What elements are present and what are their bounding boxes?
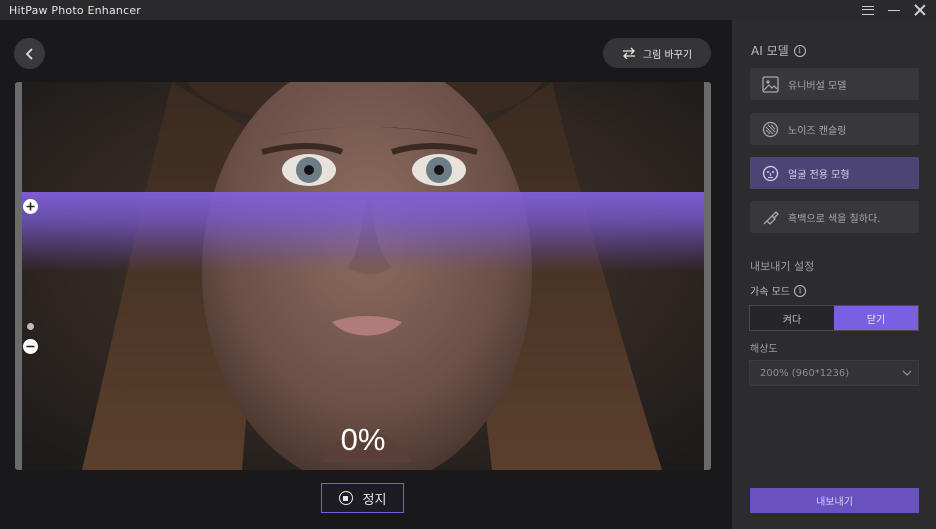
close-icon[interactable] — [914, 4, 926, 16]
menu-icon[interactable] — [862, 5, 874, 15]
replace-image-button[interactable]: 그림 바꾸기 — [603, 38, 711, 68]
swap-icon — [622, 47, 635, 59]
accel-mode-label: 가속 모드 — [750, 287, 790, 298]
accel-on-option[interactable]: 켜다 — [750, 306, 834, 330]
accel-mode-heading: 가속 모드 i — [750, 283, 806, 298]
title-bar: HitPaw Photo Enhancer — [0, 0, 936, 20]
ai-model-title: AI 모델 — [751, 44, 789, 58]
image-preview[interactable]: 0% — [15, 82, 711, 470]
image-icon — [762, 75, 779, 93]
back-button[interactable] — [14, 38, 45, 69]
resolution-select[interactable]: 200% (960*1236) — [749, 360, 919, 386]
chevron-down-icon — [902, 370, 912, 376]
resolution-value: 200% (960*1236) — [760, 367, 850, 379]
stop-button[interactable]: 정지 — [321, 483, 404, 513]
zoom-in-button[interactable] — [23, 199, 38, 214]
resolution-label: 해상도 — [750, 344, 778, 355]
zoom-out-button[interactable] — [23, 339, 38, 354]
minimize-icon[interactable] — [888, 4, 900, 16]
export-label: 내보내기 — [816, 497, 853, 508]
model-face[interactable]: 얼굴 전용 모형 — [750, 157, 919, 189]
model-colorize[interactable]: 흑백으로 색을 칠하다. — [750, 201, 919, 233]
app-window: HitPaw Photo Enhancer 그림 바꾸기 0% 정지 AI 모델… — [0, 0, 936, 529]
preview-right-edge — [704, 82, 711, 470]
progress-percentage: 0% — [340, 422, 386, 457]
noise-icon — [762, 121, 779, 137]
stop-label: 정지 — [362, 492, 387, 508]
app-title: HitPaw Photo Enhancer — [9, 3, 142, 17]
portrait-photo — [22, 82, 704, 470]
zoom-slider-handle[interactable] — [27, 323, 34, 330]
preview-left-edge — [15, 82, 22, 470]
brush-icon — [763, 210, 779, 225]
window-controls — [862, 0, 926, 20]
stop-icon — [338, 491, 353, 505]
minus-icon — [26, 345, 35, 348]
ai-model-heading: AI 모델 i — [751, 42, 806, 59]
model-label: 노이즈 캔슬링 — [788, 125, 847, 137]
face-icon — [762, 165, 779, 181]
accel-off-option[interactable]: 닫기 — [834, 306, 918, 330]
replace-image-label: 그림 바꾸기 — [642, 49, 693, 61]
model-label: 얼굴 전용 모형 — [788, 169, 850, 181]
accel-mode-toggle: 켜다 닫기 — [749, 305, 919, 331]
chevron-left-icon — [25, 47, 33, 60]
export-settings-title: 내보내기 설정 — [750, 260, 815, 273]
model-universal[interactable]: 유니버설 모델 — [750, 68, 919, 100]
export-button[interactable]: 내보내기 — [750, 488, 919, 513]
plus-icon — [26, 202, 35, 211]
model-label: 유니버설 모델 — [788, 80, 847, 92]
info-icon[interactable]: i — [793, 284, 806, 297]
settings-panel: AI 모델 i 유니버설 모델 노이즈 캔슬링 얼굴 전용 모형 흑백으로 색을… — [731, 20, 936, 529]
main-area: 그림 바꾸기 0% 정지 — [0, 20, 731, 529]
processing-scan-band — [22, 192, 704, 272]
model-label: 흑백으로 색을 칠하다. — [788, 213, 881, 225]
model-denoise[interactable]: 노이즈 캔슬링 — [750, 113, 919, 145]
info-icon[interactable]: i — [793, 44, 806, 57]
portrait-image — [22, 82, 704, 470]
